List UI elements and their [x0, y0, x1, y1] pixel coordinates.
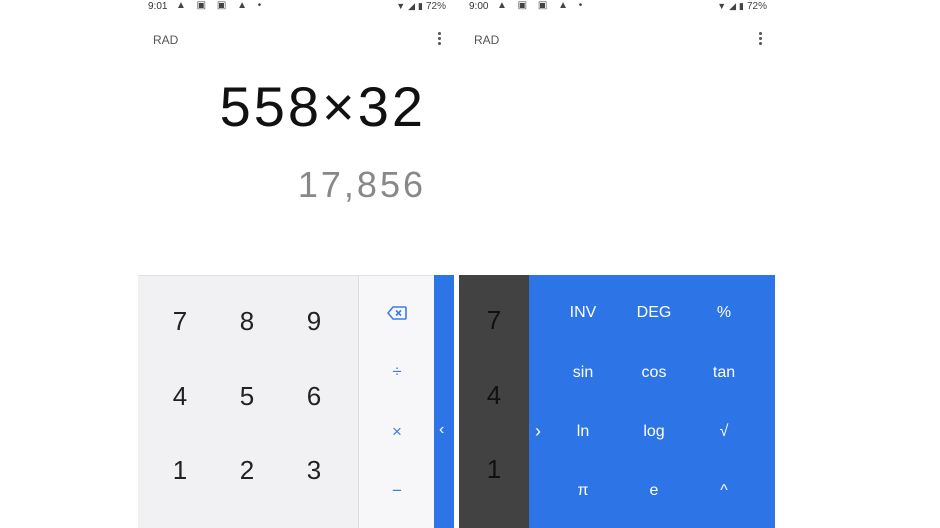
operator-column: ÷ × − — [358, 275, 434, 528]
cos-button[interactable]: cos — [624, 355, 684, 391]
status-time: 9:00 — [469, 1, 489, 12]
notification-icons: ▲ ▣ ▣ ▲ • — [497, 0, 587, 11]
key-1[interactable]: 1 — [150, 450, 210, 490]
battery-icon: ▮ — [418, 1, 423, 11]
advanced-functions-panel: › INV DEG % sin cos tan ln log √ π e ^ — [529, 275, 775, 528]
number-pad-dimmed: 7 4 1 — [459, 275, 529, 528]
key-7[interactable]: 7 — [459, 300, 529, 340]
signal-icon: ◢ — [408, 1, 416, 11]
wifi-icon: ▼ — [717, 1, 727, 11]
chevron-right-icon[interactable]: › — [535, 421, 541, 442]
advanced-panel-handle[interactable]: ‹ — [434, 275, 454, 528]
minus-button[interactable]: − — [367, 473, 427, 509]
notification-icons: ▲ ▣ ▣ ▲ • — [176, 0, 266, 11]
key-3[interactable]: 3 — [284, 450, 344, 490]
tan-button[interactable]: tan — [694, 355, 754, 391]
deg-button[interactable]: DEG — [624, 295, 684, 331]
calculator-screen-left: 9:01 ▲ ▣ ▣ ▲ • ▼ ◢ ▮ 72% RAD 558×32 17,856 … — [138, 0, 454, 528]
sqrt-button[interactable]: √ — [694, 414, 754, 450]
power-button[interactable]: ^ — [694, 473, 754, 509]
keypad: 7 8 9 4 5 6 1 2 3 ÷ × − ‹ — [138, 275, 454, 528]
backspace-button[interactable] — [367, 294, 427, 330]
backspace-icon — [387, 305, 407, 320]
pi-button[interactable]: π — [553, 473, 613, 509]
calculator-screen-right: 9:00 ▲ ▣ ▣ ▲ • ▼ ◢ ▮ 72% RAD 7 4 1 › INV DE… — [459, 0, 775, 528]
key-2[interactable]: 2 — [217, 450, 277, 490]
key-9[interactable]: 9 — [284, 301, 344, 341]
angle-mode-label: RAD — [474, 33, 500, 47]
chevron-left-icon: ‹ — [439, 421, 445, 438]
key-4[interactable]: 4 — [150, 376, 210, 416]
status-time: 9:01 — [148, 1, 168, 12]
key-4[interactable]: 4 — [459, 375, 529, 415]
e-button[interactable]: e — [624, 473, 684, 509]
battery-percent: 72% — [746, 1, 767, 12]
key-1[interactable]: 1 — [459, 449, 529, 489]
number-pad: 7 8 9 4 5 6 1 2 3 — [138, 275, 358, 528]
key-8[interactable]: 8 — [217, 301, 277, 341]
keypad: 7 4 1 › INV DEG % sin cos tan ln log √ π… — [459, 275, 775, 528]
ln-button[interactable]: ln — [553, 414, 613, 450]
more-vert-icon[interactable] — [436, 32, 442, 48]
wifi-icon: ▼ — [396, 1, 406, 11]
signal-icon: ◢ — [729, 1, 737, 11]
result-display: 17,856 — [297, 164, 426, 205]
sin-button[interactable]: sin — [553, 355, 613, 391]
divide-button[interactable]: ÷ — [367, 354, 427, 390]
battery-percent: 72% — [425, 1, 446, 12]
multiply-button[interactable]: × — [367, 414, 427, 450]
key-7[interactable]: 7 — [150, 301, 210, 341]
percent-button[interactable]: % — [694, 295, 754, 331]
status-right: ▼ ◢ ▮ 72% — [717, 1, 767, 12]
angle-mode-label: RAD — [153, 33, 179, 47]
status-right: ▼ ◢ ▮ 72% — [396, 1, 446, 12]
inv-button[interactable]: INV — [553, 295, 613, 331]
battery-icon: ▮ — [739, 1, 744, 11]
log-button[interactable]: log — [624, 414, 684, 450]
more-vert-icon[interactable] — [757, 32, 763, 48]
key-5[interactable]: 5 — [217, 376, 277, 416]
status-bar: 9:01 ▲ ▣ ▣ ▲ • ▼ ◢ ▮ 72% — [138, 0, 454, 14]
status-bar: 9:00 ▲ ▣ ▣ ▲ • ▼ ◢ ▮ 72% — [459, 0, 775, 14]
key-6[interactable]: 6 — [284, 376, 344, 416]
formula-display[interactable]: 558×32 — [220, 74, 426, 139]
